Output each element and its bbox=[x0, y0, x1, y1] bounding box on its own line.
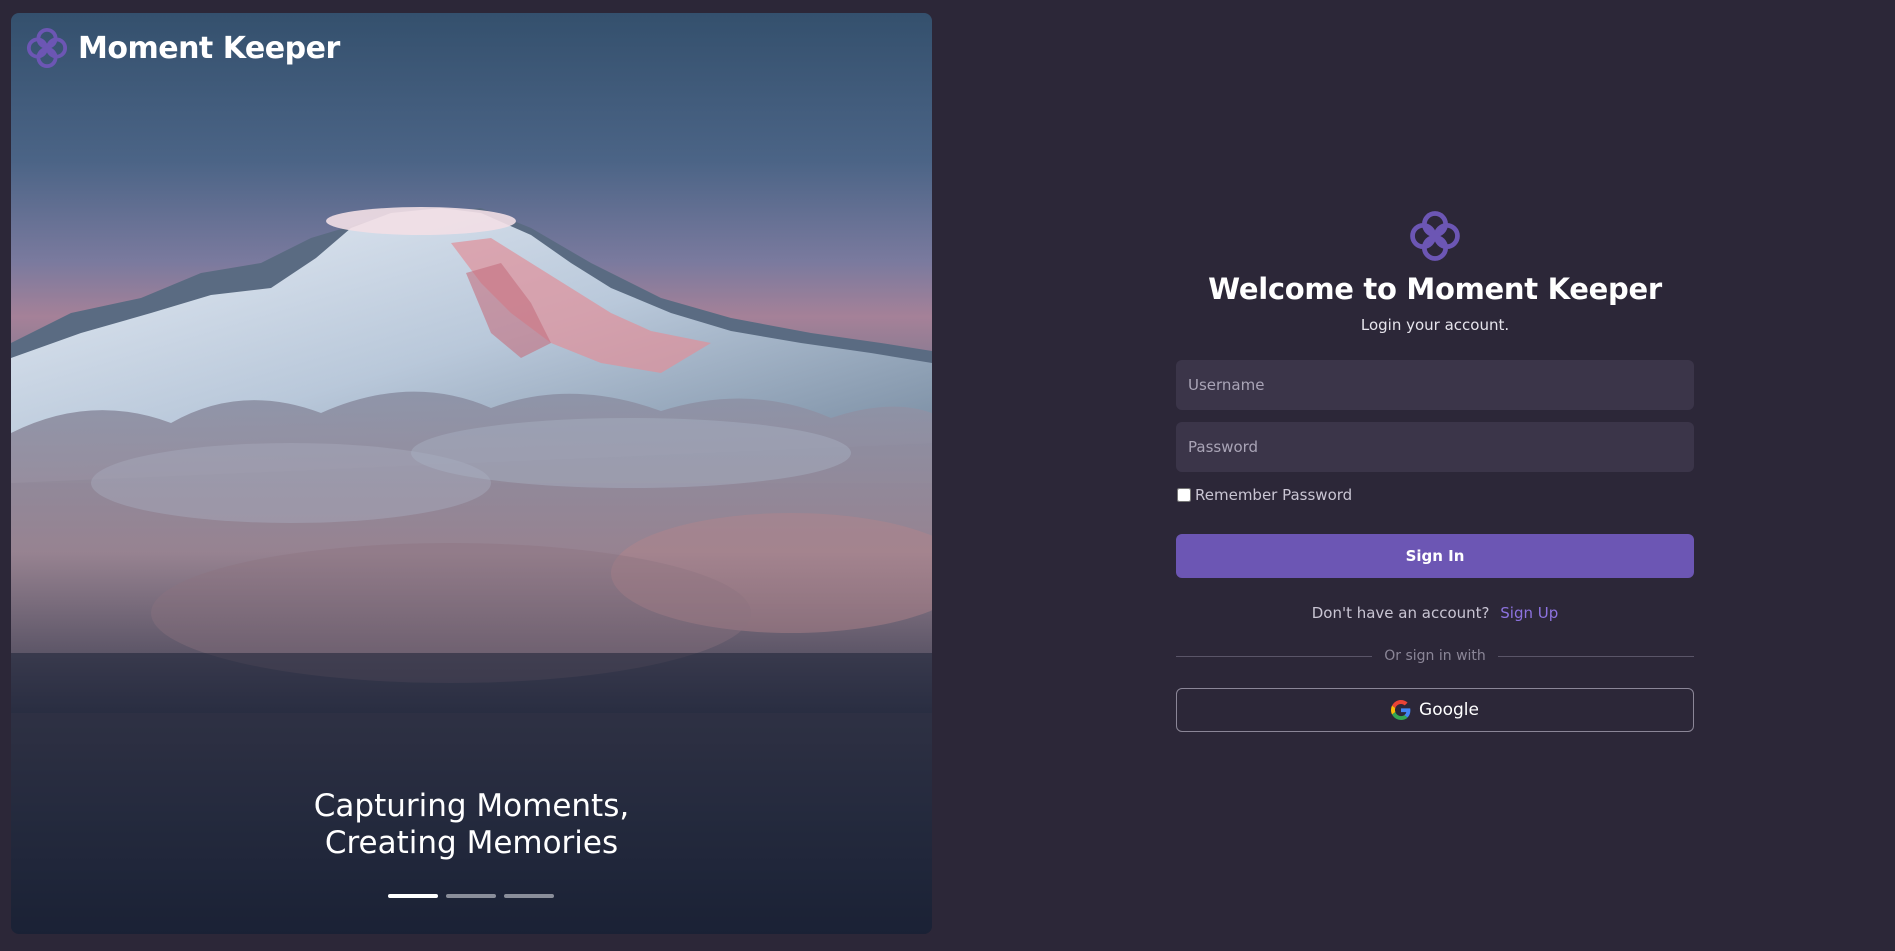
google-g-icon bbox=[1391, 700, 1411, 720]
divider-line-left bbox=[1176, 655, 1373, 657]
carousel-dot-2[interactable] bbox=[446, 894, 496, 898]
signup-prompt: Don't have an account? Sign Up bbox=[1176, 604, 1694, 622]
google-label: Google bbox=[1419, 700, 1479, 720]
page-title: Welcome to Moment Keeper bbox=[1208, 272, 1662, 306]
hero-tagline: Capturing Moments, Creating Memories bbox=[11, 788, 932, 862]
flower-logo-icon bbox=[1410, 211, 1460, 261]
brand-header: Moment Keeper bbox=[26, 27, 340, 69]
username-input[interactable] bbox=[1176, 360, 1694, 410]
remember-password-row[interactable]: Remember Password bbox=[1176, 486, 1694, 504]
google-sign-in-button[interactable]: Google bbox=[1176, 688, 1694, 732]
sign-in-button[interactable]: Sign In bbox=[1176, 534, 1694, 578]
login-panel: Welcome to Moment Keeper Login your acco… bbox=[1176, 210, 1695, 732]
brand-name: Moment Keeper bbox=[78, 30, 340, 66]
no-account-text: Don't have an account? bbox=[1311, 604, 1490, 622]
tagline-line-1: Capturing Moments, bbox=[313, 788, 630, 824]
flower-logo-icon bbox=[26, 27, 68, 69]
carousel-dot-3[interactable] bbox=[504, 894, 554, 898]
divider-line-right bbox=[1497, 655, 1695, 657]
password-input[interactable] bbox=[1176, 422, 1694, 472]
sign-up-link[interactable]: Sign Up bbox=[1500, 604, 1558, 622]
or-divider: Or sign in with bbox=[1176, 648, 1695, 664]
carousel-dot-1[interactable] bbox=[388, 894, 438, 898]
remember-password-checkbox[interactable] bbox=[1177, 488, 1191, 502]
remember-password-label: Remember Password bbox=[1195, 486, 1353, 504]
page-subtitle: Login your account. bbox=[1360, 316, 1510, 334]
tagline-line-2: Creating Memories bbox=[324, 825, 619, 861]
divider-text: Or sign in with bbox=[1384, 648, 1486, 664]
carousel-indicators bbox=[388, 894, 554, 898]
hero-image-panel: Moment Keeper Capturing Moments, Creatin… bbox=[11, 13, 932, 934]
